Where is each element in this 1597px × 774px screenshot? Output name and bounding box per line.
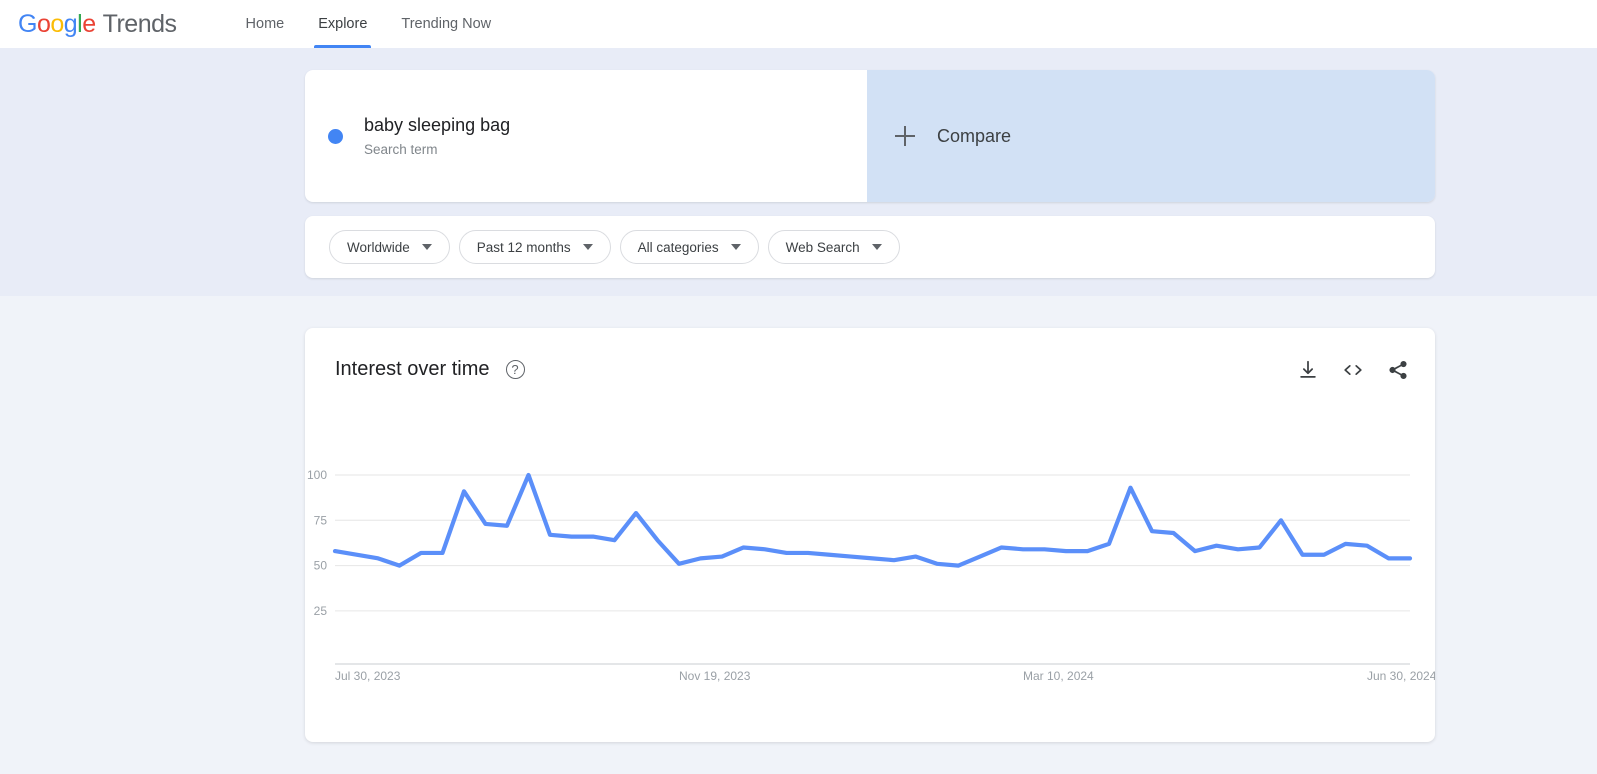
x-axis-tick-label: Jun 30, 2024 [1367,669,1435,683]
y-axis-tick-label: 100 [307,468,327,482]
filter-bar: Worldwide Past 12 months All categories … [305,216,1435,278]
main-nav: Home Explore Trending Now [229,0,509,48]
query-band: baby sleeping bag Search term Compare Wo… [0,48,1597,296]
content-area: Interest over time ? 100 75 50 25 Jul 30, 20… [0,296,1597,742]
google-trends-logo[interactable]: Google Trends [18,10,177,39]
x-axis-tick-label: Nov 19, 2023 [679,669,751,683]
filter-location[interactable]: Worldwide [329,230,450,264]
y-axis-tick-label: 50 [314,559,328,573]
search-term-type: Search term [364,142,438,157]
filter-time-range[interactable]: Past 12 months [458,230,611,264]
app-header: Google Trends Home Explore Trending Now [0,0,1597,48]
help-icon[interactable]: ? [505,360,525,379]
plus-icon [895,126,915,146]
y-axis-tick-label: 25 [314,604,328,618]
x-axis-tick-label: Mar 10, 2024 [1023,669,1094,683]
search-term-text-block: baby sleeping bag Search term [364,113,510,159]
logo-letter-e: e [82,9,96,38]
query-row: baby sleeping bag Search term Compare [305,70,1435,202]
chevron-down-icon [421,244,432,250]
nav-item-home[interactable]: Home [229,0,302,48]
logo-letter-o1: o [36,9,51,38]
nav-item-trending-now[interactable]: Trending Now [384,0,508,48]
search-term-label: baby sleeping bag [364,115,511,135]
x-axis-tick-label: Jul 30, 2023 [335,669,401,683]
nav-item-explore[interactable]: Explore [301,0,384,48]
logo-trends-word: Trends [102,9,177,38]
download-icon[interactable] [1297,359,1319,381]
chevron-down-icon [582,244,593,250]
logo-letter-g: G [18,9,37,38]
compare-label: Compare [937,125,1012,146]
chevron-down-icon [730,244,741,250]
compare-button[interactable]: Compare [867,70,1435,202]
logo-letter-g2: g [63,9,78,38]
filter-location-label: Worldwide [347,239,410,255]
chart-header: Interest over time ? [305,328,1435,381]
chart-actions [1297,359,1409,381]
logo-letter-o2: o [50,9,64,38]
filter-search-type-label: Web Search [785,239,860,255]
search-term-card[interactable]: baby sleeping bag Search term [305,70,867,202]
chevron-down-icon [871,244,882,250]
series-color-dot [328,128,343,144]
chart-plot-area[interactable]: 100 75 50 25 Jul 30, 2023 Nov 19, 2023 Mar 10,… [305,428,1435,718]
filter-category-label: All categories [637,239,719,255]
interest-over-time-card: Interest over time ? 100 75 50 25 Jul 30, 20… [305,328,1435,742]
filter-time-range-label: Past 12 months [476,239,571,255]
query-band-inner: baby sleeping bag Search term Compare Wo… [305,70,1435,278]
chart-title: Interest over time [335,358,490,380]
filter-search-type[interactable]: Web Search [767,230,900,264]
filter-category[interactable]: All categories [619,230,759,264]
interest-over-time-svg: 100 75 50 25 Jul 30, 2023 Nov 19, 2023 Mar 10,… [307,468,1435,683]
y-axis-tick-label: 75 [314,513,328,527]
embed-icon[interactable] [1341,359,1365,381]
share-icon[interactable] [1387,359,1409,381]
